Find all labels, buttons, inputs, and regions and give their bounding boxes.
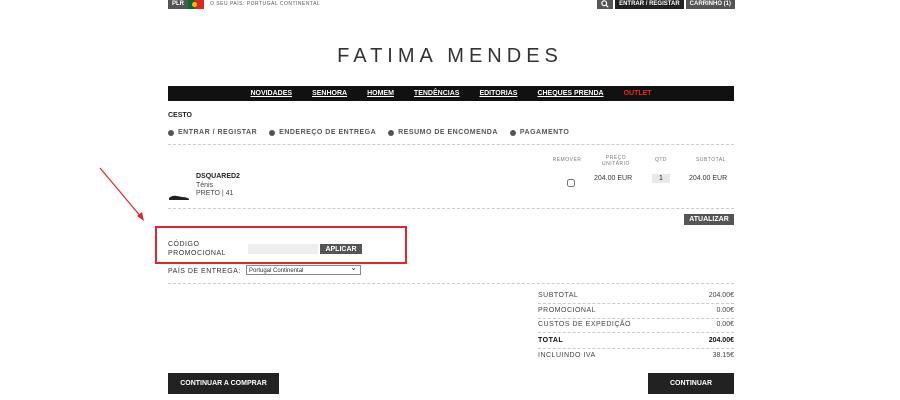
divider — [168, 208, 734, 209]
brand-logo[interactable]: FATIMA MENDES — [0, 45, 900, 68]
quantity-field[interactable]: 1 — [652, 174, 670, 183]
step-login[interactable]: ENTRAR / REGISTAR — [168, 129, 257, 136]
step-label: RESUMO DE ENCOMENDA — [398, 129, 498, 136]
apply-promo-button[interactable]: APLICAR — [320, 244, 362, 254]
summary-subtotal-label: SUBTOTAL — [538, 292, 579, 299]
continue-button[interactable]: CONTINUAR — [648, 373, 734, 394]
promo-code-label: CÓDIGO PROMOCIONAL — [168, 241, 227, 257]
divider — [538, 348, 734, 349]
checkout-steps: ENTRAR / REGISTAR ENDEREÇO DE ENTREGA RE… — [168, 129, 569, 136]
product-brand[interactable]: DSQUARED2 — [196, 173, 240, 180]
nav-item-cheques-prenda[interactable]: CHEQUES PRENDA — [537, 90, 603, 97]
step-dot-icon — [509, 129, 516, 136]
summary-promo-value: 0.00€ — [716, 307, 734, 314]
nav-item-homem[interactable]: HOMEM — [367, 90, 394, 97]
nav-item-outlet[interactable]: OUTLET — [624, 90, 652, 97]
nav-item-tendencias[interactable]: TENDÊNCIAS — [414, 90, 460, 97]
divider — [538, 332, 734, 333]
nav-item-novidades[interactable]: NOVIDADES — [250, 90, 292, 97]
step-summary[interactable]: RESUMO DE ENCOMENDA — [388, 129, 498, 136]
annotation-arrow-icon — [99, 167, 144, 221]
header-unit-price: PREÇO UNITÁRIO — [602, 155, 630, 167]
cart-button[interactable]: CARRINHO (1) — [685, 0, 735, 9]
update-button[interactable]: ATUALIZAR — [684, 214, 734, 225]
summary-shipping-value: 0.00€ — [716, 321, 734, 328]
language-selector[interactable]: PLR — [168, 0, 188, 9]
top-right-actions: ENTRAR / REGISTAR CARRINHO (1) — [597, 0, 735, 9]
page-title: CESTO — [168, 112, 192, 119]
shipping-country-select[interactable]: Portugal Continental — [246, 263, 361, 275]
summary-total-value: 204.00€ — [708, 337, 734, 344]
divider — [538, 318, 734, 319]
step-label: ENDEREÇO DE ENTREGA — [279, 129, 377, 136]
divider — [168, 283, 734, 284]
header-qty: QTD — [654, 157, 668, 163]
main-nav: NOVIDADES SENHORA HOMEM TENDÊNCIAS EDITO… — [168, 86, 734, 101]
unit-price: 204.00 EUR — [594, 175, 633, 182]
summary-shipping-label: CUSTOS DE EXPEDIÇÃO — [538, 321, 632, 328]
search-button[interactable] — [597, 0, 614, 9]
shipping-country-label: PAÍS DE ENTREGA: — [168, 268, 241, 275]
step-address[interactable]: ENDEREÇO DE ENTREGA — [269, 129, 376, 136]
step-dot-icon — [388, 129, 395, 136]
item-subtotal: 204.00 EUR — [689, 175, 728, 182]
product-type: Ténis — [196, 182, 214, 189]
country-note: O SEU PAÍS: PORTUGAL CONTINENTAL — [210, 1, 321, 7]
step-label: PAGAMENTO — [519, 129, 570, 136]
summary-total-label: TOTAL — [538, 337, 564, 344]
nav-item-editorias[interactable]: EDITORIAS — [479, 90, 517, 97]
step-payment[interactable]: PAGAMENTO — [509, 129, 570, 136]
summary-subtotal-value: 204.00€ — [708, 292, 734, 299]
search-icon — [601, 0, 609, 8]
portugal-flag-icon[interactable] — [188, 0, 204, 9]
nav-item-senhora[interactable]: SENHORA — [312, 90, 347, 97]
product-details: Ténis PRETO | 41 — [196, 182, 233, 198]
divider — [168, 144, 734, 145]
summary-vat-value: 38.15€ — [712, 352, 734, 359]
login-register-button[interactable]: ENTRAR / REGISTAR — [615, 0, 684, 9]
step-dot-icon — [168, 129, 174, 136]
step-label: ENTRAR / REGISTAR — [178, 129, 258, 136]
remove-checkbox[interactable] — [567, 179, 575, 187]
continue-shopping-button[interactable]: CONTINUAR A COMPRAR — [168, 373, 279, 394]
header-subtotal: SUBTOTAL — [696, 157, 726, 163]
divider — [538, 303, 734, 304]
header-remove: REMOVER — [552, 157, 582, 163]
product-variant: PRETO | 41 — [196, 190, 234, 197]
promo-code-input[interactable] — [248, 244, 318, 254]
product-shoe-image[interactable] — [168, 193, 190, 201]
step-dot-icon — [269, 129, 276, 136]
summary-promo-label: PROMOCIONAL — [538, 307, 597, 314]
summary-vat-label: INCLUINDO IVA — [538, 352, 596, 359]
